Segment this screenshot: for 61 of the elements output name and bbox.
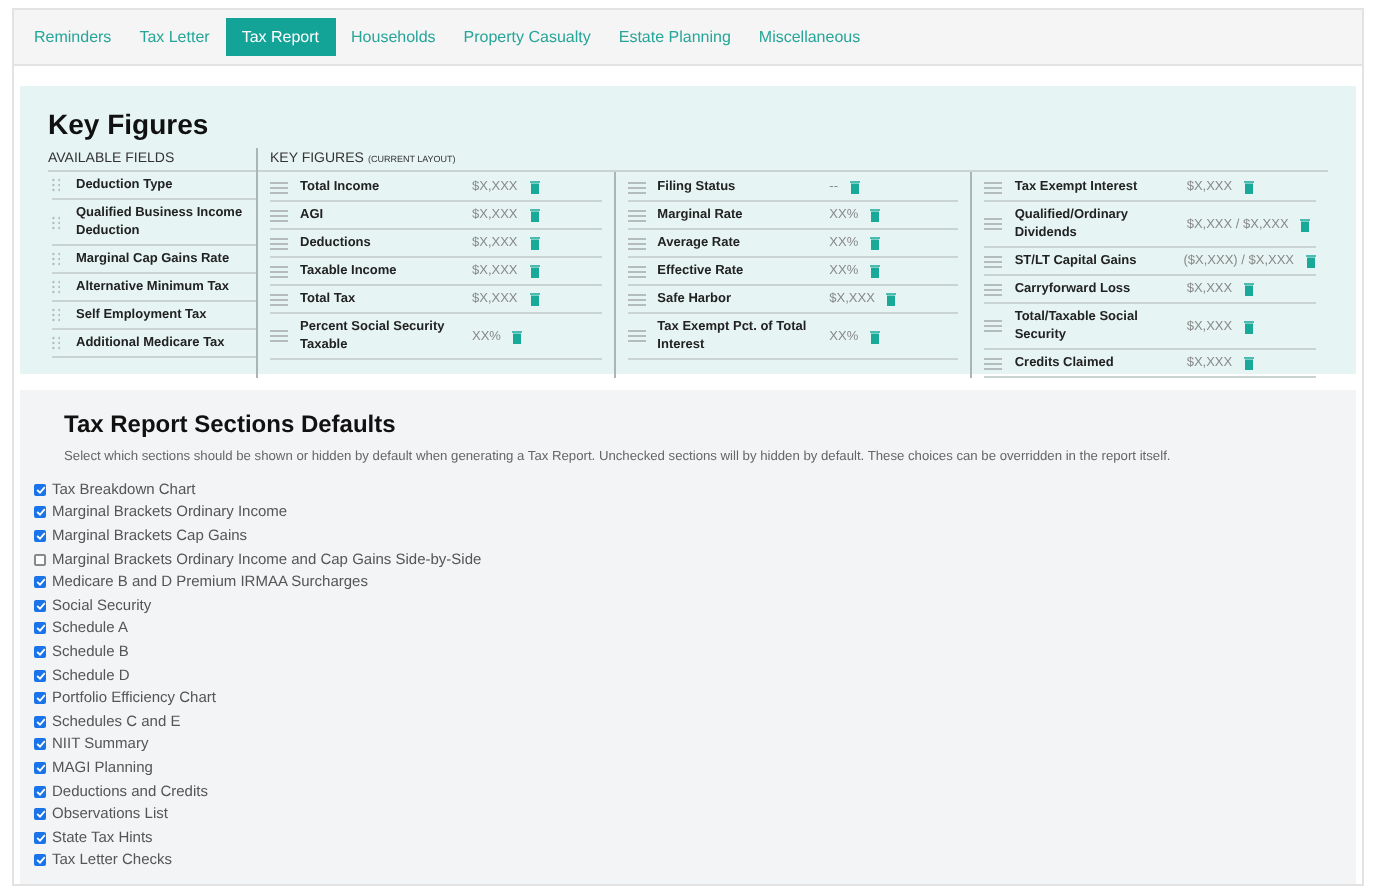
drag-handle-icon[interactable] (270, 265, 288, 277)
drag-handle-icon[interactable] (984, 255, 1003, 267)
check-icon (35, 485, 45, 494)
drag-handle-icon[interactable] (984, 357, 1003, 369)
drag-handle-icon[interactable] (270, 293, 288, 305)
delete-icon[interactable] (850, 180, 861, 194)
check-icon (35, 531, 45, 540)
drag-handle-icon[interactable] (984, 320, 1003, 332)
drag-handle-icon[interactable] (52, 215, 60, 229)
check-icon (35, 787, 45, 796)
drag-handle-icon[interactable] (984, 283, 1003, 295)
delete-icon[interactable] (1300, 217, 1311, 231)
drag-handle-icon[interactable] (627, 265, 646, 277)
check-icon (35, 740, 45, 749)
section-title: Tax Report Sections Defaults (64, 408, 398, 440)
delete-icon[interactable] (1306, 254, 1317, 268)
delete-icon[interactable] (529, 236, 540, 250)
delete-icon[interactable] (870, 329, 881, 343)
drag-handle-icon[interactable] (984, 181, 1003, 193)
drag-handle-icon[interactable] (270, 237, 288, 249)
drag-handle-icon[interactable] (270, 209, 288, 221)
drag-handle-icon[interactable] (270, 181, 288, 193)
delete-icon[interactable] (529, 180, 540, 194)
delete-icon[interactable] (870, 264, 881, 278)
drag-handle-icon[interactable] (52, 178, 60, 192)
drag-handle-icon[interactable] (627, 237, 646, 249)
delete-icon[interactable] (512, 329, 523, 343)
drag-handle-icon[interactable] (52, 308, 60, 322)
delete-icon[interactable] (870, 208, 881, 222)
drag-handle-icon[interactable] (52, 280, 60, 294)
check-icon (35, 508, 45, 517)
delete-icon[interactable] (529, 264, 540, 278)
delete-icon[interactable] (1244, 282, 1255, 296)
delete-icon[interactable] (529, 208, 540, 222)
check-icon (35, 810, 45, 819)
checkbox[interactable] (34, 553, 46, 566)
check-icon (35, 624, 45, 633)
drag-handle-icon[interactable] (627, 330, 646, 342)
delete-icon[interactable] (529, 292, 540, 306)
check-icon (35, 833, 45, 842)
check-icon (35, 856, 45, 865)
drag-handle-icon[interactable] (627, 209, 646, 221)
delete-icon[interactable] (1244, 180, 1255, 194)
delete-icon[interactable] (870, 236, 881, 250)
check-icon (35, 601, 45, 610)
delete-icon[interactable] (886, 292, 897, 306)
check-icon (35, 671, 45, 680)
check-icon (35, 647, 45, 656)
drag-handle-icon[interactable] (627, 181, 646, 193)
check-icon (35, 694, 45, 703)
delete-icon[interactable] (1244, 356, 1255, 370)
delete-icon[interactable] (1244, 319, 1255, 333)
check-icon (35, 763, 45, 772)
section-title: Key Figures (48, 106, 211, 142)
drag-handle-icon[interactable] (52, 336, 60, 350)
check-icon (35, 578, 45, 587)
drag-handle-icon[interactable] (984, 218, 1003, 230)
drag-handle-icon[interactable] (270, 330, 288, 342)
check-icon (35, 717, 45, 726)
drag-handle-icon[interactable] (52, 252, 60, 266)
drag-handle-icon[interactable] (627, 293, 646, 305)
